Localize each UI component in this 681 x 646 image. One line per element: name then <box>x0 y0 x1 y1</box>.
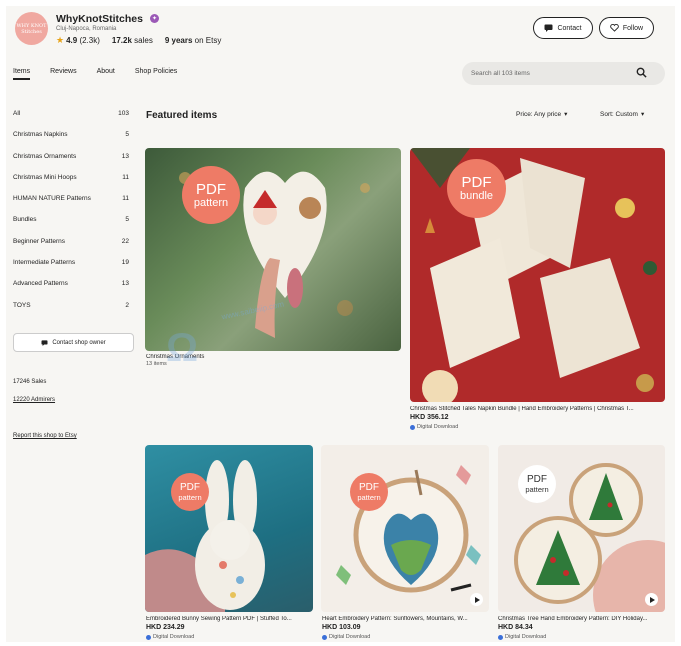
product-image-napkins[interactable]: PDF bundle <box>410 148 665 402</box>
category-item[interactable]: HUMAN NATURE Patterns 11 <box>13 195 129 216</box>
digital-download-label: Digital Download <box>322 634 370 640</box>
play-video-icon[interactable] <box>645 593 658 606</box>
watermark-logo-icon: Ω <box>166 326 199 370</box>
category-list: All 103 Christmas Napkins 5 Christmas Orna… <box>13 110 129 323</box>
category-item[interactable]: All 103 <box>13 110 129 131</box>
price-filter-label: Price: Any price <box>516 110 562 118</box>
pdf-bundle-badge: PDF bundle <box>447 159 506 218</box>
tab-reviews[interactable]: Reviews <box>50 68 76 80</box>
product-image-bunny[interactable]: PDF pattern <box>145 445 313 612</box>
search-placeholder: Search all 103 items <box>471 70 530 77</box>
item-title[interactable]: Christmas Tree Hand Embroidery Pattern: … <box>498 616 665 622</box>
digital-download-label: Digital Download <box>146 634 194 640</box>
item-title[interactable]: Heart Embroidery Pattern: Sunflowers, Mo… <box>322 616 490 622</box>
contact-button[interactable]: Contact <box>533 17 593 39</box>
heart-icon <box>610 24 619 32</box>
category-item[interactable]: Christmas Mini Hoops 11 <box>13 174 129 195</box>
rating-value: 4.9 <box>66 36 78 45</box>
category-item[interactable]: TOYS 2 <box>13 302 129 323</box>
report-shop-link[interactable]: Report this shop to Etsy <box>13 433 77 439</box>
pdf-pattern-badge: PDF pattern <box>182 166 240 224</box>
shop-tabs: Items Reviews About Shop Policies <box>13 68 197 80</box>
ornament-photo <box>179 171 370 338</box>
logo-text: WHY KNOT Stitches <box>16 22 47 35</box>
shop-logo[interactable]: WHY KNOT Stitches <box>15 12 48 45</box>
chevron-down-icon: ▾ <box>640 111 645 118</box>
star-seller-badge-icon: ✦ <box>150 14 159 23</box>
star-icon: ★ <box>56 35 65 45</box>
price-filter-dropdown[interactable]: Price: Any price ▾ <box>516 110 568 119</box>
search-icon[interactable] <box>636 67 647 78</box>
digital-download-label: Digital Download <box>498 634 546 640</box>
category-item[interactable]: Beginner Patterns 22 <box>13 238 129 259</box>
product-image-tree[interactable]: PDF pattern <box>498 445 665 612</box>
rating-count[interactable]: (2.3k) <box>79 36 99 45</box>
follow-button[interactable]: Follow <box>599 17 654 39</box>
bunny-photo <box>145 460 265 612</box>
sales-count: 17.2k sales <box>111 36 153 45</box>
tab-about[interactable]: About <box>97 68 115 80</box>
follow-label: Follow <box>622 24 644 32</box>
item-title[interactable]: Embroidered Bunny Sewing Pattern PDF | S… <box>146 616 314 622</box>
contact-shop-owner-button[interactable]: Contact shop owner <box>13 333 134 352</box>
category-item[interactable]: Christmas Ornaments 13 <box>13 153 129 174</box>
shop-location: Cluj-Napoca, Romania <box>56 26 117 32</box>
years-on-etsy: 9 years on Etsy <box>164 36 222 45</box>
category-item[interactable]: Bundles 5 <box>13 216 129 237</box>
shop-name[interactable]: WhyKnotStitches <box>56 13 143 25</box>
category-item[interactable]: Advanced Patterns 13 <box>13 280 129 301</box>
shop-page: WHY KNOT Stitches WhyKnotStitches ✦ Cluj… <box>6 6 675 642</box>
contact-owner-label: Contact shop owner <box>52 339 106 346</box>
download-icon <box>146 634 151 640</box>
category-item[interactable]: Christmas Napkins 5 <box>13 131 129 152</box>
admirers-link[interactable]: 12220 Admirers <box>13 397 55 403</box>
sort-dropdown[interactable]: Sort: Custom ▾ <box>600 110 645 119</box>
product-image-heart[interactable]: PDF pattern <box>321 445 489 612</box>
play-video-icon[interactable] <box>470 593 483 606</box>
chat-icon <box>544 24 553 32</box>
contact-label: Contact <box>557 24 582 32</box>
item-price: HKD 84.34 <box>498 624 533 631</box>
total-sales: 17246 Sales <box>13 379 47 385</box>
download-icon <box>410 424 415 430</box>
download-icon <box>322 634 327 640</box>
product-image-ornaments[interactable]: PDF pattern <box>145 148 401 351</box>
category-item[interactable]: Intermediate Patterns 19 <box>13 259 129 280</box>
sort-label: Sort: Custom <box>600 110 638 118</box>
digital-download-label: Digital Download <box>410 424 458 430</box>
item-title[interactable]: Christmas Stitched Tales Napkin Bundle |… <box>410 406 665 412</box>
heart-photo <box>336 465 481 593</box>
search-input[interactable]: Search all 103 items <box>462 62 665 85</box>
download-icon <box>498 634 503 640</box>
item-price: HKD 103.09 <box>322 624 361 631</box>
featured-title: Featured items <box>146 110 218 121</box>
pdf-pattern-badge: PDF pattern <box>518 465 556 503</box>
tab-shop-policies[interactable]: Shop Policies <box>135 68 177 80</box>
chat-icon <box>41 339 48 346</box>
chevron-down-icon: ▾ <box>564 111 568 118</box>
pdf-pattern-badge: PDF pattern <box>171 473 209 511</box>
pdf-pattern-badge: PDF pattern <box>350 473 388 511</box>
item-price: HKD 234.29 <box>146 624 185 631</box>
item-price: HKD 356.12 <box>410 414 449 421</box>
item-count: 13 items <box>146 361 167 367</box>
tab-items[interactable]: Items <box>13 68 31 80</box>
shop-stats: ★ 4.9 (2.3k) 17.2k sales 9 years on Etsy <box>56 35 221 46</box>
